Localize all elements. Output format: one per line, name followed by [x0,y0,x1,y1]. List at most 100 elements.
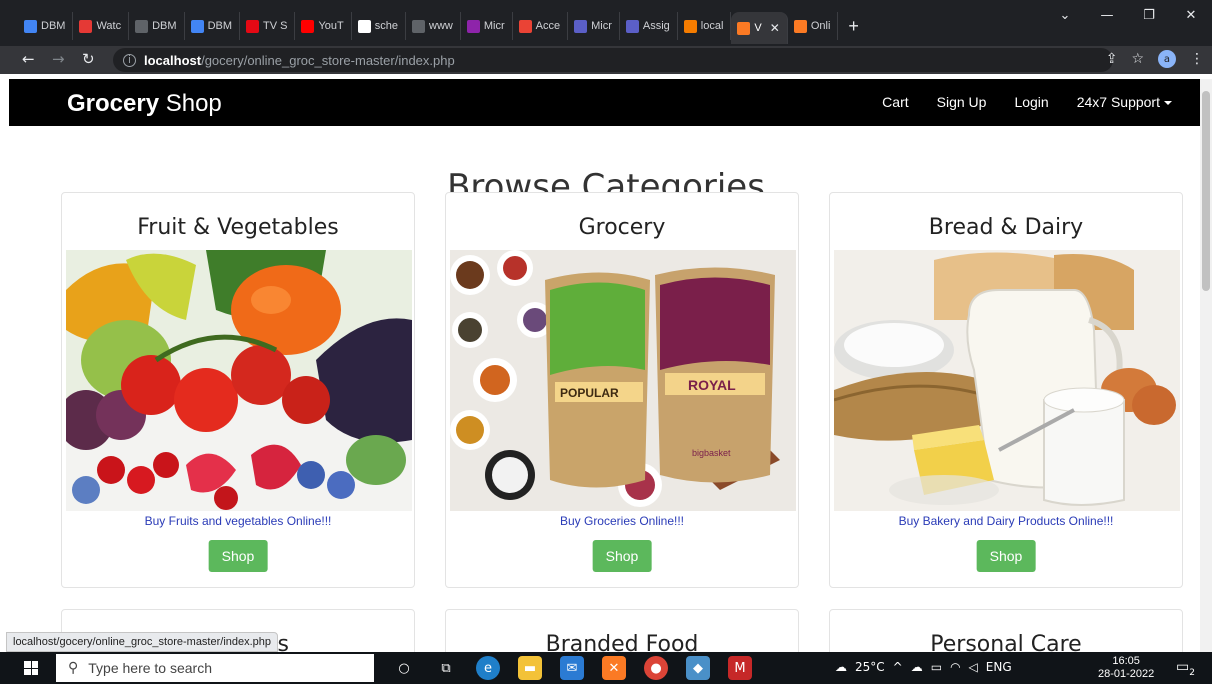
support-label: 24x7 Support [1076,94,1160,110]
globe-icon [412,19,426,33]
onedrive-icon[interactable]: ☁ [911,660,923,674]
browser-tab[interactable]: V ✕ [731,12,788,44]
tab-search-icon[interactable]: ⌄ [1044,8,1086,23]
category-caption[interactable]: Buy Groceries Online!!! [446,514,798,528]
restore-icon[interactable]: ❐ [1128,8,1170,23]
scrollbar-thumb[interactable] [1202,91,1210,291]
xampp-icon [737,21,751,35]
mail-icon[interactable]: ✉ [560,656,584,680]
volume-icon[interactable]: ◁ [969,660,978,674]
windows-start-icon[interactable] [24,661,38,675]
tab-label: YouT [318,20,344,32]
reload-icon[interactable]: ↻ [82,50,95,68]
category-title: Fruit & Vegetables [137,215,339,240]
shop-button[interactable]: Shop [208,540,268,572]
package-brand-label: bigbasket [692,448,731,458]
category-caption[interactable]: Buy Bakery and Dairy Products Online!!! [830,514,1182,528]
tab-label: V [754,22,762,34]
nav-support-dropdown[interactable]: 24x7 Support [1077,94,1172,110]
tab-label: TV S [263,20,288,32]
edge-icon[interactable]: e [476,656,500,680]
browser-tab[interactable]: Assig [620,12,678,40]
browser-tab[interactable]: TV S [240,12,296,40]
browser-tab[interactable]: Onli [788,12,839,40]
package-label-right: ROYAL [688,377,736,393]
taskbar-clock[interactable]: 16:05 28-01-2022 [1098,655,1154,681]
browser-tab[interactable]: Micr [568,12,620,40]
weather-temp[interactable]: 25°C [855,660,885,674]
caret-down-icon [1164,101,1172,106]
tab-label: Assig [642,20,670,32]
bread-dairy-image [834,250,1180,511]
browser-tab[interactable]: sche [352,12,407,40]
netflix-icon [246,19,260,33]
close-tab-icon[interactable]: ✕ [770,21,780,35]
browser-tab[interactable]: local [678,12,732,40]
search-placeholder: Type here to search [88,660,213,676]
chrome-icon[interactable]: ● [644,656,668,680]
nav-login-link[interactable]: Login [1014,94,1048,110]
brand-bold: Grocery [67,90,160,117]
tab-label: DBM [152,20,177,32]
url-host: localhost [144,52,202,68]
share-icon[interactable]: ⇪ [1106,51,1118,67]
category-card-fruit-veg: Fruit & Vegetables Buy Fruits and vegeta… [61,192,415,588]
vscode-icon[interactable]: ◆ [686,656,710,680]
browser-tab[interactable]: DBM [129,12,185,40]
xampp-icon[interactable]: ✕ [602,656,626,680]
back-icon[interactable]: ← [22,50,35,68]
notification-count: 2 [1189,667,1195,678]
brand-rest: Shop [159,90,222,117]
globe-icon [135,19,149,33]
browser-tab[interactable]: Watc [73,12,130,40]
address-bar[interactable]: i localhost/gocery/online_groc_store-mas… [113,48,1113,72]
wifi-icon[interactable]: ◠ [950,660,960,674]
task-view-icon[interactable]: ⧉ [434,656,458,680]
weather-icon[interactable]: ☁ [835,660,847,674]
tab-label: Watc [96,20,122,32]
grocery-image: POPULAR ROYAL bigbasket [450,250,796,511]
browser-toolbar: ← → ↻ i localhost/gocery/online_groc_sto… [0,46,1212,74]
category-caption[interactable]: Buy Fruits and vegetables Online!!! [62,514,414,528]
language-indicator[interactable]: ENG [986,660,1012,674]
minimize-icon[interactable]: — [1086,8,1128,23]
category-title: Bread & Dairy [928,215,1084,240]
tab-label: local [700,20,724,32]
taskbar-search-input[interactable]: ⚲ Type here to search [56,654,374,682]
google-icon [357,19,371,33]
shop-button[interactable]: Shop [592,540,652,572]
package-label-left: POPULAR [560,386,619,400]
notification-icon[interactable]: ▭2 [1176,659,1195,678]
browser-tab[interactable]: DBM [18,12,74,40]
browser-tab[interactable]: Micr [461,12,513,40]
nav-cart-link[interactable]: Cart [882,94,908,110]
tab-label: DBM [41,20,66,32]
bookmark-star-icon[interactable]: ☆ [1131,51,1144,67]
profile-avatar[interactable]: a [1158,50,1176,68]
page-scrollbar[interactable] [1200,79,1212,652]
mcafee-icon[interactable]: M [728,656,752,680]
tray-chevron-icon[interactable]: ^ [893,660,903,674]
cortana-icon[interactable]: ○ [392,656,416,680]
tab-list: DBM Watc DBM DBM TV S YouT sche www Micr Acce Micr… [18,10,859,44]
fruit-veg-image [66,250,412,511]
url-path: /gocery/online_groc_store-master/index.p… [201,52,455,68]
shop-button[interactable]: Shop [976,540,1036,572]
close-window-icon[interactable]: ✕ [1170,8,1212,23]
windows-taskbar: ⚲ Type here to search ○ ⧉ e ▬ ✉ ✕ ● ◆ M … [0,652,1212,684]
file-explorer-icon[interactable]: ▬ [518,656,542,680]
browser-tab[interactable]: YouT [295,12,352,40]
nav-signup-link[interactable]: Sign Up [937,94,987,110]
browser-tab[interactable]: DBM [185,12,241,40]
status-bar-url: localhost/gocery/online_groc_store-maste… [6,632,279,652]
category-card-bread-dairy: Bread & Dairy Buy Bakery and Dairy Produ… [829,192,1183,588]
forward-icon[interactable]: → [52,50,65,68]
youtube-icon [301,19,315,33]
menu-kebab-icon[interactable]: ⋮ [1190,51,1204,67]
browser-tab[interactable]: www [406,12,461,40]
browser-tab[interactable]: Acce [513,12,569,40]
battery-icon[interactable]: ▭ [931,660,942,674]
new-tab-button[interactable]: + [848,16,859,37]
site-brand[interactable]: Grocery Shop [67,90,222,118]
site-info-icon[interactable]: i [123,53,136,67]
